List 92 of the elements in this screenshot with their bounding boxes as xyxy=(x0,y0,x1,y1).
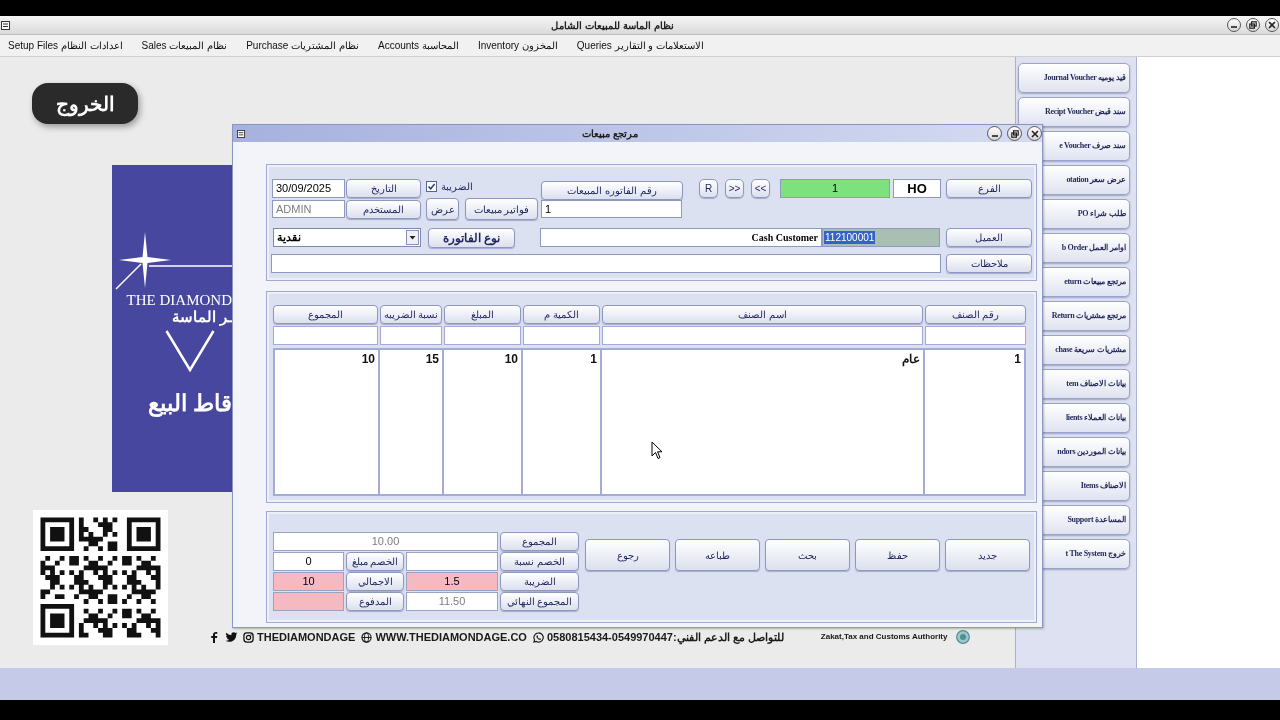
caret-down-icon xyxy=(406,230,419,245)
view-button[interactable]: عرض xyxy=(426,198,459,220)
notes-field[interactable] xyxy=(271,254,941,273)
nav-button[interactable]: >> xyxy=(751,179,770,198)
entry-field[interactable] xyxy=(523,326,600,345)
logo-caption: قاط البيع xyxy=(147,390,232,416)
restore-button[interactable] xyxy=(1007,126,1022,141)
amount-button[interactable]: الاجمالي xyxy=(346,572,404,591)
notes-button[interactable]: ملاحظات xyxy=(946,254,1032,273)
entry-field[interactable] xyxy=(925,326,1026,345)
menu-item[interactable]: Purchase نظام المشتريات xyxy=(246,39,359,52)
minimize-button[interactable] xyxy=(987,126,1002,141)
f-logo-icon xyxy=(210,631,218,643)
sidebar-button[interactable]: Journal Voucher قيد يوميه xyxy=(1018,63,1130,93)
amount-button[interactable]: الخصم نسبة xyxy=(500,552,579,571)
entry-field[interactable] xyxy=(444,326,521,345)
menu-item[interactable]: Inventory المخزون xyxy=(477,39,558,52)
window-menu-icon[interactable] xyxy=(1,20,10,30)
entry-field[interactable] xyxy=(273,326,378,345)
invoice-number-button[interactable]: رقم الفاتوره المبيعات xyxy=(541,181,683,200)
amount-field[interactable]: 10 xyxy=(273,572,344,591)
amount-field[interactable]: 0 xyxy=(273,552,344,571)
minimize-button[interactable] xyxy=(1227,18,1241,32)
menu-item[interactable]: Queries الاستعلامات و التقارير xyxy=(576,39,705,52)
amount-button[interactable]: الخصم مبلغ xyxy=(346,552,404,571)
branch-number-field[interactable]: 1 xyxy=(780,179,890,198)
branch-code-field[interactable]: HO xyxy=(893,179,941,198)
restore-button[interactable] xyxy=(1246,18,1260,32)
qr-code-icon xyxy=(33,510,168,645)
customer-name-field[interactable]: Cash Customer xyxy=(540,228,822,247)
nav-button[interactable]: R xyxy=(699,179,718,198)
menu-item[interactable]: Accounts المحاسبة xyxy=(378,39,459,52)
action-button[interactable]: بحث xyxy=(765,539,850,571)
chevron-down-icon xyxy=(165,330,215,372)
amount-button[interactable]: الضريبة xyxy=(500,572,579,591)
column-header[interactable]: نسبة الضريبه xyxy=(380,305,442,324)
support-contact: 0580815434-0549970447:للتواصل مع الدعم الفني xyxy=(546,630,784,644)
action-button[interactable]: طباعه xyxy=(675,539,760,571)
globe-icon xyxy=(361,631,373,643)
nav-button[interactable]: << xyxy=(725,179,744,198)
chat-phone-icon xyxy=(532,631,544,643)
amount-field[interactable]: 1.5 xyxy=(406,572,498,591)
invoice-number-field[interactable]: 1 xyxy=(541,200,682,218)
table-cell-text: 10 xyxy=(503,351,519,368)
restore-icon xyxy=(1249,21,1257,29)
social-handle: THEDIAMONDAGE xyxy=(257,630,356,644)
exit-button[interactable]: الخروج xyxy=(32,83,138,124)
date-button[interactable]: التاريخ xyxy=(346,179,421,198)
column-header[interactable]: المبلغ xyxy=(444,305,521,324)
entry-field[interactable] xyxy=(380,326,442,345)
website-link[interactable]: WWW.THEDIAMONDAGE.CO xyxy=(375,630,527,644)
invoice-type-dropdown[interactable]: نقدية xyxy=(273,228,421,247)
window-menu-icon[interactable] xyxy=(237,129,245,138)
date-field[interactable]: 30/09/2025 xyxy=(272,179,345,198)
close-button[interactable] xyxy=(1027,126,1042,141)
menu-item[interactable]: Sales نظام المبيعات xyxy=(141,39,228,52)
checkbox-label: الضريبة xyxy=(441,181,473,192)
table-cell-text: 1 xyxy=(589,351,598,368)
invoices-button[interactable]: فواتير مبيعات xyxy=(465,198,538,220)
camera-icon xyxy=(243,631,254,643)
table-cell-text: عام xyxy=(901,351,921,368)
amount-field[interactable] xyxy=(406,552,498,571)
customer-code-field[interactable]: 112100001 xyxy=(822,228,940,247)
authority-name: Zakat,Tax and Customs Authority xyxy=(820,632,948,642)
entry-field[interactable] xyxy=(602,326,923,345)
emblem-icon xyxy=(956,630,971,644)
selected-text: 112100001 xyxy=(824,231,876,244)
table-cell-text: 15 xyxy=(424,351,440,368)
action-button[interactable]: جديد xyxy=(945,539,1030,571)
sidebar-button[interactable]: Recipt Voucher سند قبض xyxy=(1018,97,1130,127)
action-button[interactable]: حفظ xyxy=(855,539,940,571)
column-header[interactable]: الكمية م xyxy=(523,305,600,324)
window-title: نظام الماسة للمبيعات الشامل xyxy=(551,18,674,33)
column-header[interactable]: رقم الصنف xyxy=(925,305,1026,324)
dialog-title: مرتجع مبيعات xyxy=(582,127,638,141)
branch-button[interactable]: الفرع xyxy=(946,179,1032,198)
logo-text: THE DIAMOND xyxy=(126,292,232,308)
cursor-icon xyxy=(651,441,663,460)
menu-item[interactable]: Setup Files اعدادات النظام xyxy=(8,39,123,52)
restore-icon xyxy=(1010,129,1019,138)
column-header[interactable]: المجموع xyxy=(273,305,378,324)
action-button[interactable]: رجوع xyxy=(585,539,670,571)
checkbox[interactable] xyxy=(426,181,437,192)
customer-button[interactable]: العميل xyxy=(946,228,1032,247)
bird-icon xyxy=(225,631,238,643)
table-cell-text: 10 xyxy=(360,351,376,368)
close-button[interactable] xyxy=(1265,18,1279,32)
invoice-type-button[interactable]: نوع الفاتورة xyxy=(428,228,515,248)
check-icon xyxy=(427,182,436,191)
close-icon xyxy=(1030,129,1039,138)
column-header[interactable]: اسم الصنف xyxy=(602,305,923,324)
close-icon xyxy=(1268,21,1276,29)
